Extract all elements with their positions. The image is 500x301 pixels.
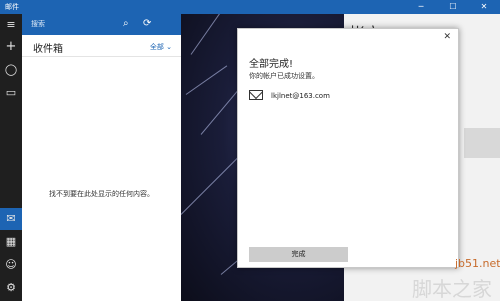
mail-list-pane: 搜索 ⌕ ⟳ 收件箱 全部 ⌄ 找不到要在此处显示的任何内容。 [22,14,181,301]
minimize-button[interactable]: ─ [405,0,437,14]
chevron-down-icon: ⌄ [166,43,172,51]
search-icon[interactable]: ⌕ [123,17,129,31]
dialog-title: 全部完成! [249,59,294,70]
close-icon[interactable]: ✕ [443,32,451,42]
filter-label: 全部 [149,43,164,51]
envelope-icon [249,90,263,100]
setup-complete-dialog: ✕ 全部完成! 你的帐户已成功设置。 lkjlnet@163.com 完成 [237,28,459,268]
maximize-button[interactable]: ☐ [437,0,469,14]
empty-message: 找不到要在此处显示的任何内容。 [49,190,154,198]
calendar-icon[interactable]: ▦ [3,234,19,250]
dialog-subtitle: 你的帐户已成功设置。 [249,72,319,80]
watermark-site: jb51.net [455,257,500,270]
folders-icon[interactable]: ▭ [3,85,19,101]
compose-icon[interactable]: + [3,39,19,55]
nav-rail: ≡ + ◯ ▭ ✉ ▦ ☺ ⚙ [0,14,22,301]
search-bar[interactable]: 搜索 ⌕ ⟳ [22,14,181,35]
account-icon[interactable]: ◯ [3,62,19,78]
search-input[interactable]: 搜索 [31,19,45,29]
title-bar: 邮件 ─ ☐ ✕ [0,0,500,14]
done-button[interactable]: 完成 [249,247,348,262]
settings-icon[interactable]: ⚙ [3,280,19,296]
sync-icon[interactable]: ⟳ [143,17,151,31]
people-icon[interactable]: ☺ [3,257,19,273]
divider [22,56,181,57]
watermark-brand: 脚本之家 [412,277,492,301]
account-entry[interactable] [464,128,500,158]
window-title: 邮件 [5,3,19,11]
hamburger-menu-icon[interactable]: ≡ [3,17,19,33]
filter-dropdown[interactable]: 全部 ⌄ [150,42,172,52]
close-window-button[interactable]: ✕ [468,0,500,14]
mail-icon[interactable]: ✉ [3,211,19,227]
folder-title: 收件箱 [33,44,63,55]
account-email: lkjlnet@163.com [271,92,330,100]
